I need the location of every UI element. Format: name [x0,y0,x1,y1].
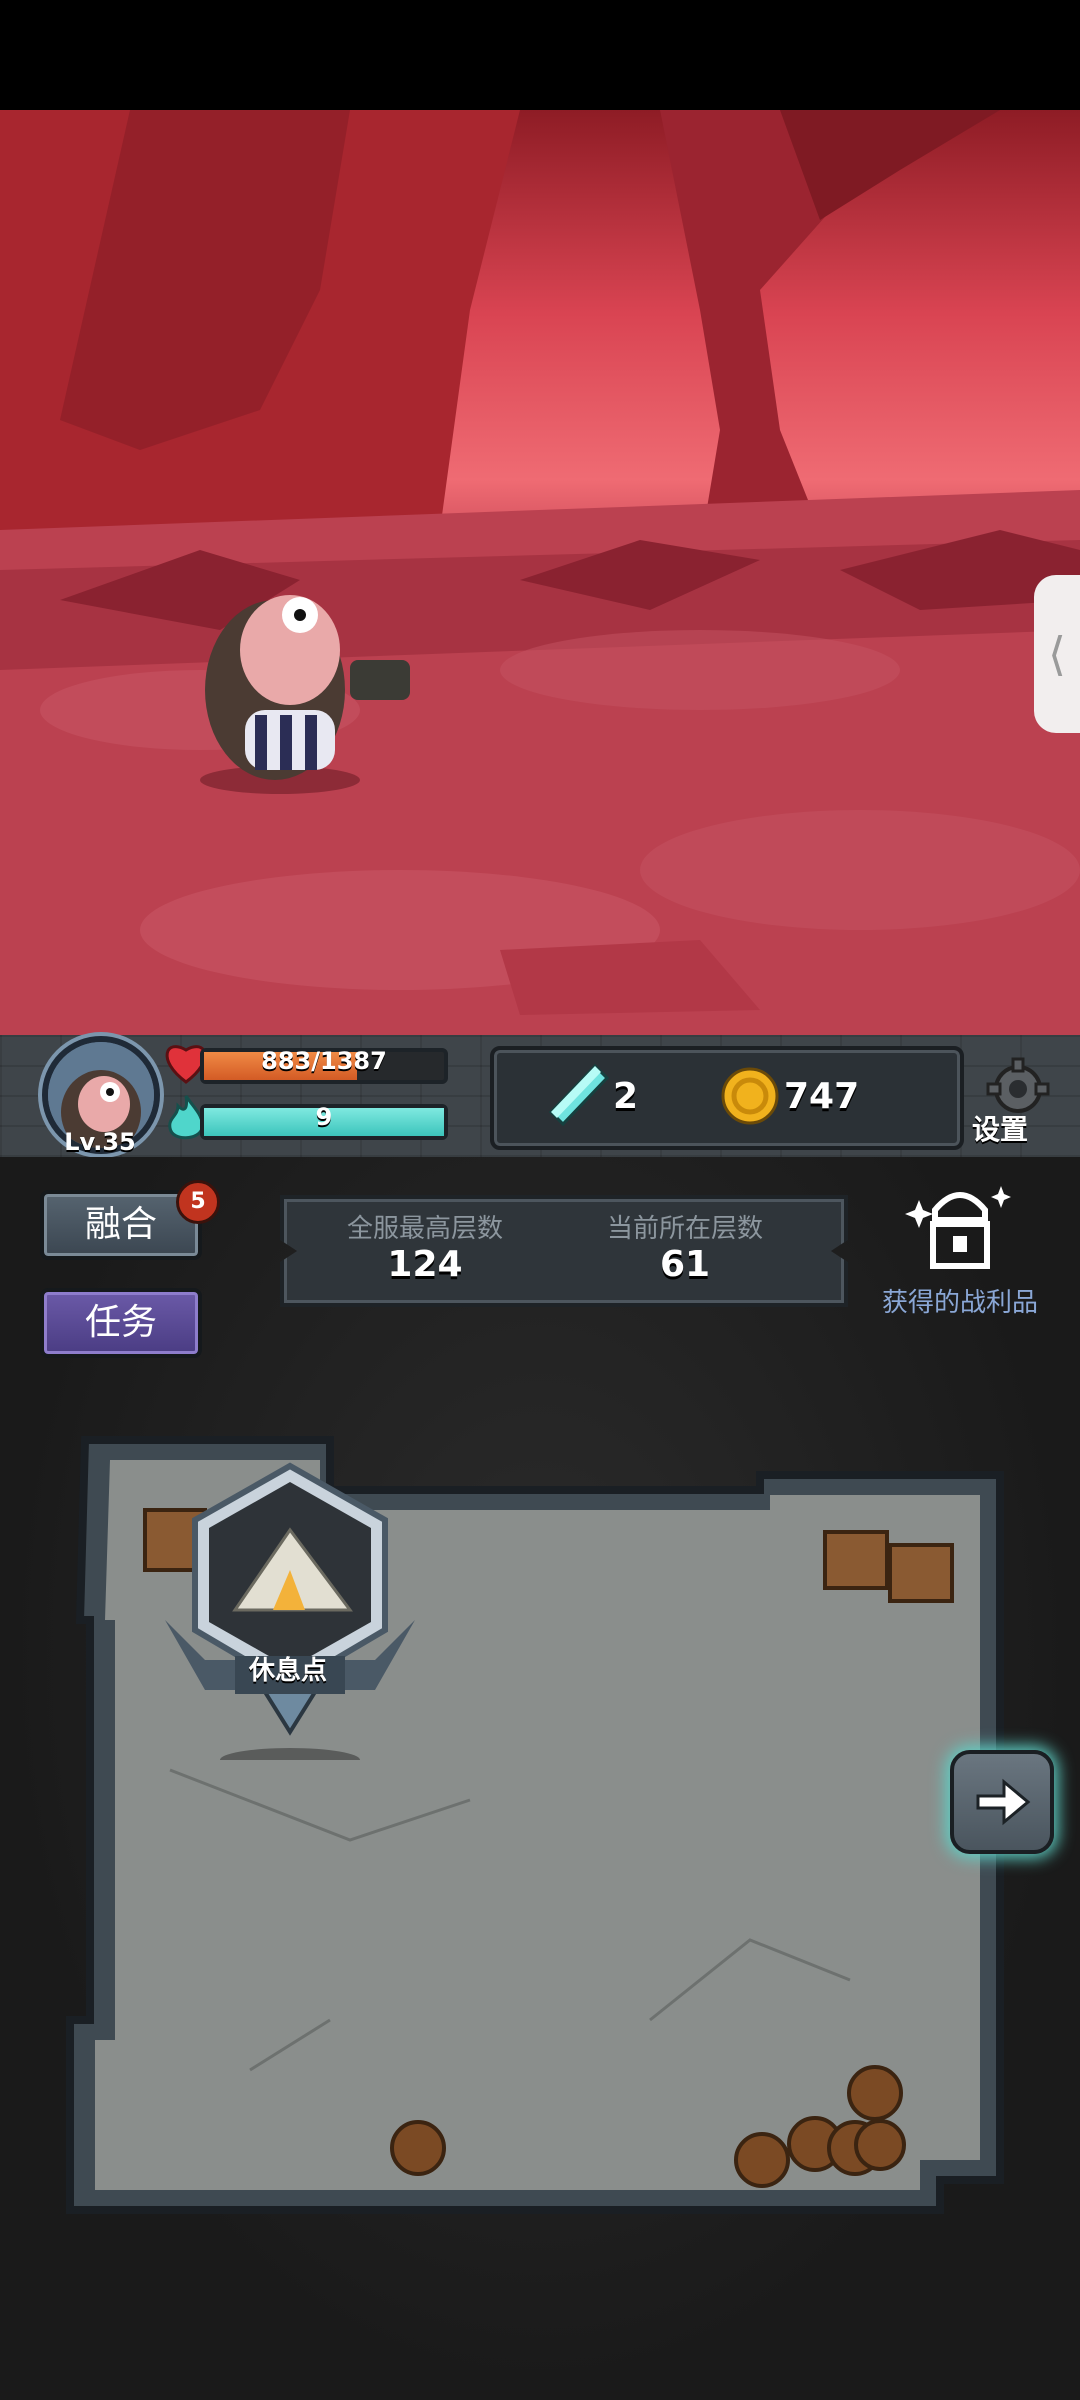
side-drawer-tab[interactable]: ⟨ [1034,575,1080,733]
gold-coin-icon [721,1067,779,1125]
server-best-floor-label: 全服最高层数 [346,1214,503,1244]
cave-background-art [0,110,1080,1035]
crystal-icon [548,1063,610,1127]
fuse-notification-badge: 5 [176,1180,220,1224]
gem-count: 2 [613,1076,639,1117]
arrow-right-icon [976,1778,1031,1826]
status-bar [0,0,1080,110]
gold-count: 747 [784,1076,860,1117]
next-room-button[interactable] [950,1750,1054,1854]
rest-point-label: 休息点 [248,1656,327,1686]
task-button[interactable]: 任务 [40,1288,202,1358]
gear-icon[interactable] [980,1055,1056,1115]
settings-button-label[interactable]: 设置 [972,1108,1028,1148]
current-floor-value: 61 [659,1244,711,1285]
loot-label[interactable]: 获得的战利品 [870,1282,1050,1319]
mana-text: 9 [315,1103,333,1131]
hp-text: 883/1387 [261,1047,387,1075]
treasure-chest-icon[interactable] [905,1180,1015,1276]
player-level: Lv.35 [64,1128,136,1156]
current-floor-label: 当前所在层数 [606,1214,763,1244]
server-best-floor-value: 124 [387,1244,463,1285]
battle-scene [0,110,1080,1035]
rest-point-node[interactable] [165,1460,415,1760]
chevron-left-icon: ⟨ [1048,627,1066,681]
